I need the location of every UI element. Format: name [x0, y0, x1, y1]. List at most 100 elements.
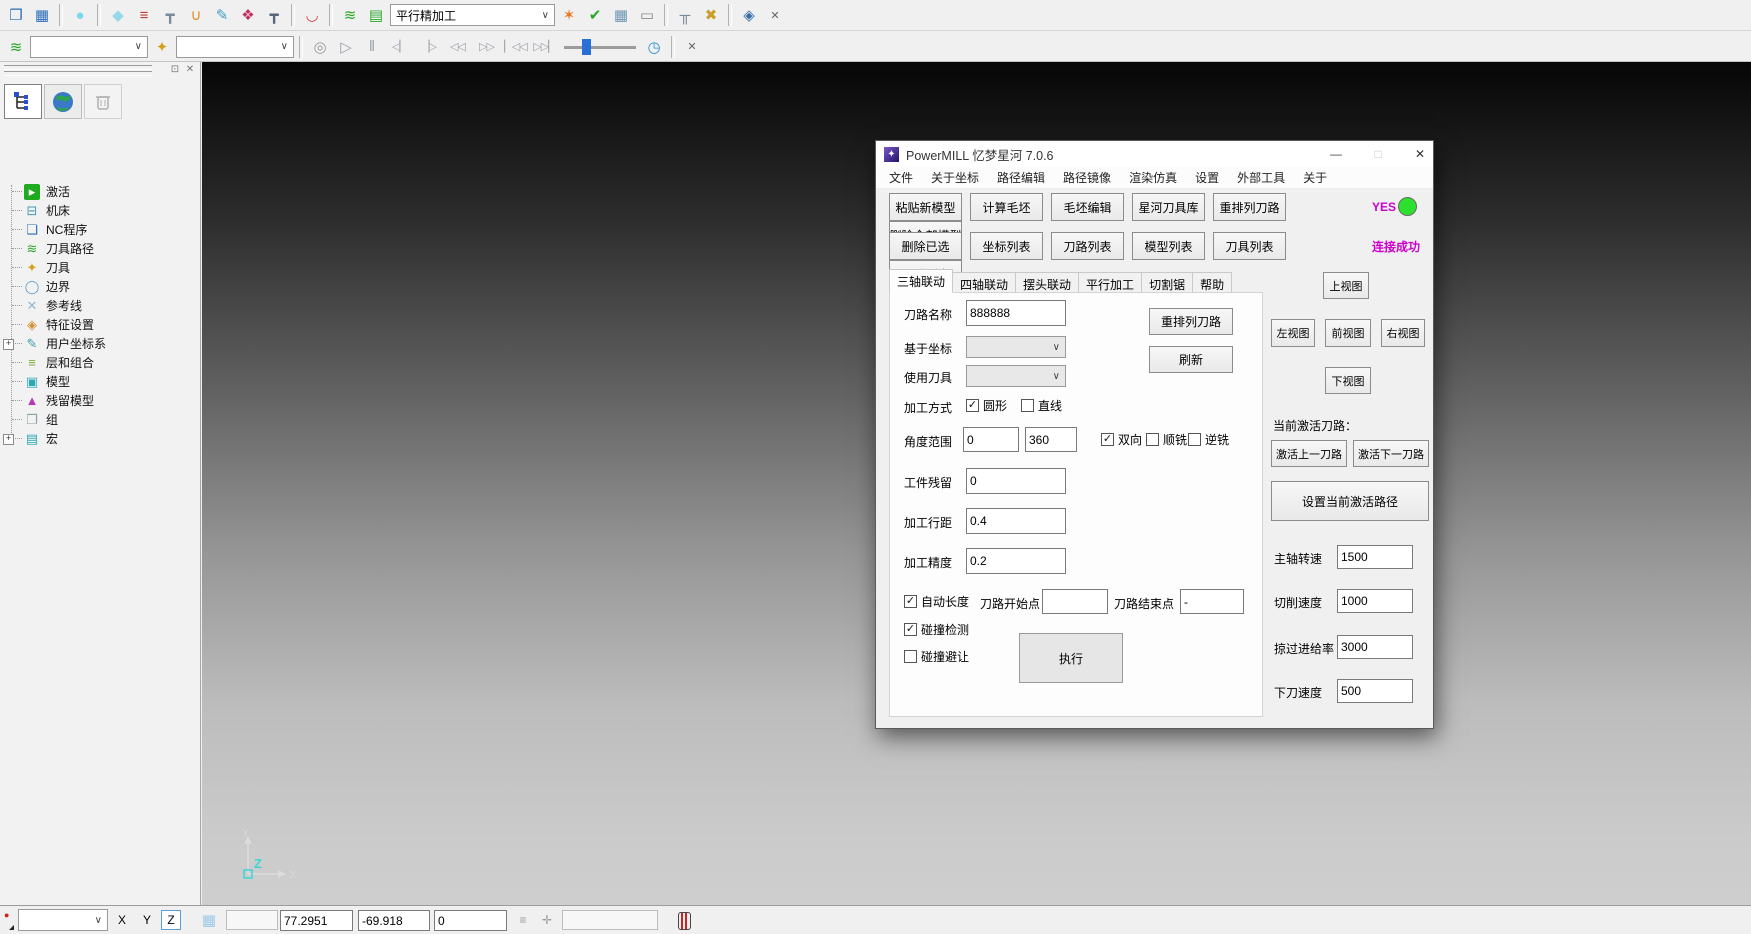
block-icon[interactable]: ◆ [106, 3, 130, 27]
menu-item[interactable]: 路径镜像 [1054, 167, 1120, 188]
activate-prev-toolpath-button[interactable]: 激活上一刀路 [1271, 440, 1347, 467]
pause-icon[interactable]: ‖ [360, 35, 384, 59]
stepover-input[interactable] [966, 508, 1066, 534]
angle-to-input[interactable] [1025, 427, 1077, 452]
tree-item[interactable]: ▲ 残留模型 [0, 391, 200, 410]
statusbar-combobox[interactable]: ∨ [18, 909, 108, 931]
panel-grip[interactable] [4, 71, 152, 76]
grid-icon[interactable]: ▦ [196, 910, 222, 930]
tool-combobox[interactable]: ∨ [176, 36, 294, 58]
action-button[interactable]: 重排列刀路 [1213, 193, 1286, 221]
toolpath-limit-icon[interactable]: ≡ [132, 3, 156, 27]
toolbar-close-icon[interactable]: ✕ [680, 35, 704, 59]
action-button[interactable]: 刀路列表 [1051, 232, 1124, 260]
tree-item[interactable]: ▣ 模型 [0, 372, 200, 391]
action-button[interactable]: 删除已选 [889, 232, 962, 260]
tree-item[interactable]: ◈ 特征设置 [0, 315, 200, 334]
axis-x-button[interactable]: X [112, 910, 132, 930]
activate-next-toolpath-button[interactable]: 激活下一刀路 [1353, 440, 1429, 467]
shaded-view-icon[interactable]: ● [68, 3, 92, 27]
pattern-icon[interactable]: ✎ [210, 3, 234, 27]
action-button[interactable]: 毛坯编辑 [1051, 193, 1124, 221]
points-icon[interactable]: ❖ [236, 3, 260, 27]
expand-icon[interactable]: + [3, 434, 14, 445]
angle-from-input[interactable] [963, 427, 1019, 452]
checkbox[interactable]: ✓ [1101, 433, 1114, 446]
climb-checkbox[interactable]: 顺铣 [1146, 431, 1187, 448]
play-icon[interactable]: ▷ [334, 35, 358, 59]
axis-z-button[interactable]: Z [161, 910, 181, 930]
plunge-speed-input[interactable] [1337, 679, 1413, 703]
coord-combobox[interactable]: ∨ [966, 336, 1066, 358]
calculator-icon[interactable]: ▦ [609, 3, 633, 27]
toolpath-swirl-icon[interactable]: ≋ [338, 3, 362, 27]
dialog-tab[interactable]: 四轴联动 [952, 272, 1016, 293]
checkbox[interactable] [1021, 399, 1034, 412]
execute-button[interactable]: 执行 [1019, 633, 1123, 683]
save-project-icon[interactable]: ▦ [30, 3, 54, 27]
toolbar-close-icon[interactable]: ✕ [763, 3, 787, 27]
menu-item[interactable]: 渲染仿真 [1120, 167, 1186, 188]
checkbox[interactable] [1146, 433, 1159, 446]
dialog-tab[interactable]: 三轴联动 [889, 269, 953, 293]
auto-length-checkbox[interactable]: ✓ 自动长度 [904, 593, 969, 610]
skim-feed-input[interactable] [1337, 635, 1413, 659]
set-active-path-button[interactable]: 设置当前激活路径 [1271, 481, 1429, 521]
panel-grip[interactable] [4, 65, 152, 70]
chevron-down-icon[interactable]: ∨ [542, 10, 549, 21]
menu-item[interactable]: 关于 [1294, 167, 1336, 188]
checkbox[interactable] [1188, 433, 1201, 446]
chevron-down-icon[interactable]: ∨ [1053, 371, 1060, 382]
cutting-speed-input[interactable] [1337, 589, 1413, 613]
menu-item[interactable]: 外部工具 [1228, 167, 1294, 188]
mode-line-checkbox[interactable]: 直线 [1021, 397, 1062, 414]
chevron-down-icon[interactable]: ∨ [135, 41, 142, 52]
mode-circle-checkbox[interactable]: ✓ 圆形 [966, 397, 1007, 414]
panel-close-icon[interactable]: ✕ [183, 63, 197, 76]
tree-item[interactable]: ❏ NC程序 [0, 220, 200, 239]
reorder-toolpath-button[interactable]: 重排列刀路 [1149, 308, 1233, 335]
action-button[interactable]: 计算毛坯 [970, 193, 1043, 221]
chevron-down-icon[interactable]: ∨ [1053, 342, 1060, 353]
ruler-icon[interactable]: ▭ [635, 3, 659, 27]
dialog-tab[interactable]: 平行加工 [1078, 272, 1142, 293]
tool-star-icon[interactable]: ✶ [557, 3, 581, 27]
open-project-icon[interactable]: ❒ [4, 3, 28, 27]
xyz-list-icon[interactable]: ≡ [513, 910, 533, 930]
start-point-input[interactable] [1042, 589, 1108, 614]
tree-item[interactable]: ✕ 参考线 [0, 296, 200, 315]
tree-item[interactable]: + ▤ 宏 [0, 429, 200, 448]
chevron-down-icon[interactable]: ∨ [281, 41, 288, 52]
collision-avoid-checkbox[interactable]: 碰撞避让 [904, 648, 969, 665]
dialog-tab[interactable]: 帮助 [1192, 272, 1232, 293]
tolerance-input[interactable] [966, 548, 1066, 574]
tree-item[interactable]: ❒ 组 [0, 410, 200, 429]
dialog-tab[interactable]: 切割锯 [1141, 272, 1193, 293]
cursor-y-input[interactable] [358, 910, 430, 931]
menu-item[interactable]: 路径编辑 [988, 167, 1054, 188]
resize-corner[interactable] [9, 925, 14, 930]
tree-item[interactable]: + ✎ 用户坐标系 [0, 334, 200, 353]
cut-axes-icon[interactable]: ✖ [699, 3, 723, 27]
chevron-down-icon[interactable]: ∨ [95, 915, 102, 926]
tool-pair-icon[interactable]: ╥ [673, 3, 697, 27]
lightbulb-icon[interactable]: ◎ [308, 35, 332, 59]
action-button[interactable]: 星河刀具库 [1132, 193, 1205, 221]
close-icon[interactable]: ✕ [1405, 141, 1435, 167]
checkbox[interactable]: ✓ [966, 399, 979, 412]
cursor-z-input[interactable] [434, 910, 507, 931]
rewind-icon[interactable]: ◁◁ [444, 35, 471, 59]
dialog-tab[interactable]: 摆头联动 [1015, 272, 1079, 293]
strategy-combobox[interactable]: 平行精加工 ∨ [390, 4, 555, 26]
toolpath-combobox[interactable]: ∨ [30, 36, 148, 58]
view-front-button[interactable]: 前视图 [1325, 319, 1371, 347]
tree-item[interactable]: ◯ 边界 [0, 277, 200, 296]
clock-icon[interactable]: ◷ [642, 35, 666, 59]
compass-icon[interactable]: ✛ [537, 910, 557, 930]
menu-item[interactable]: 设置 [1186, 167, 1228, 188]
refresh-button[interactable]: 刷新 [1149, 346, 1233, 373]
maximize-icon[interactable]: □ [1363, 141, 1393, 167]
tree-item[interactable]: ≡ 层和组合 [0, 353, 200, 372]
tool-database-icon[interactable]: ┳ [262, 3, 286, 27]
frame-back-icon[interactable]: ◁▏ [386, 35, 413, 59]
